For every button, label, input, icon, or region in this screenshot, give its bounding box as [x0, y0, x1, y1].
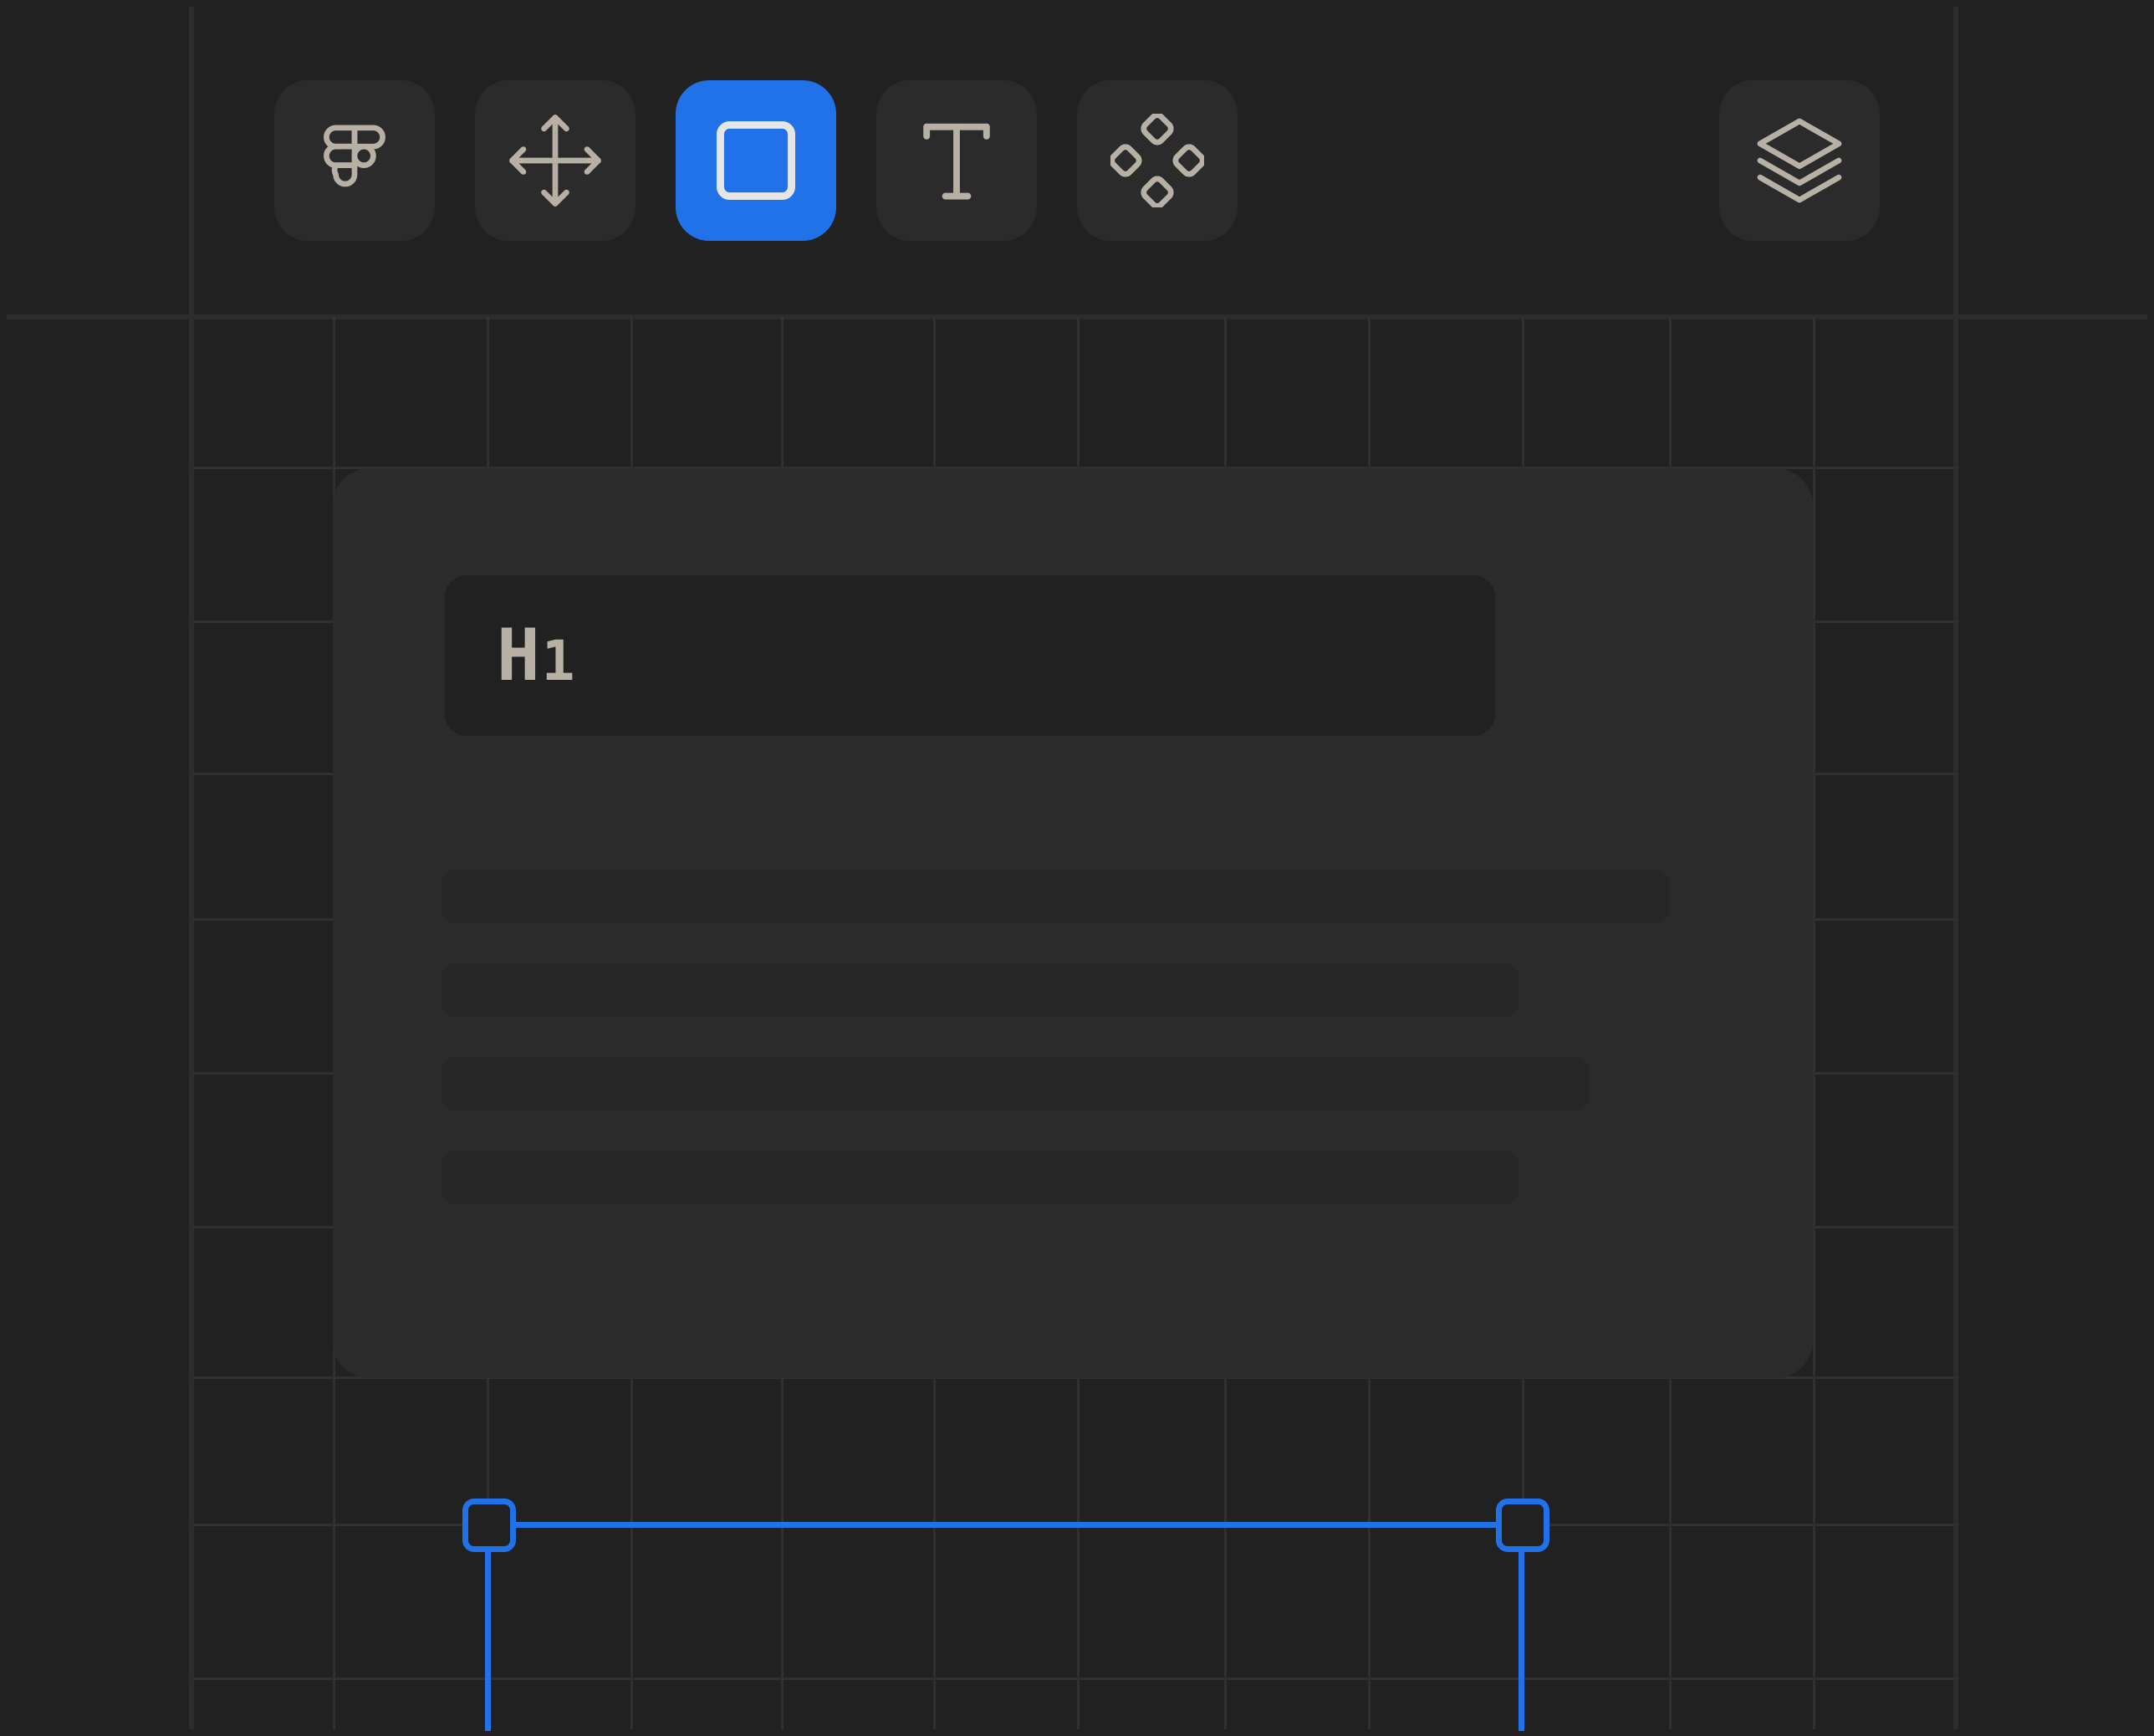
text-tool-button[interactable] [876, 80, 1037, 241]
move-tool-button[interactable] [475, 80, 635, 241]
resize-handle-top-left[interactable] [462, 1499, 516, 1552]
selection-top-edge [488, 1522, 1522, 1528]
rectangle-icon [716, 120, 796, 201]
frame-tool-button[interactable] [676, 80, 836, 241]
figma-logo-button[interactable] [274, 80, 435, 241]
placeholder-line-1 [442, 870, 1669, 923]
components-icon [1110, 114, 1204, 207]
components-tool-button[interactable] [1077, 80, 1238, 241]
placeholder-line-2 [442, 963, 1519, 1017]
placeholder-line-4 [442, 1151, 1519, 1204]
layers-icon [1757, 118, 1842, 203]
heading-label: H1 [497, 614, 577, 697]
text-icon [923, 123, 990, 200]
layers-button[interactable] [1719, 80, 1880, 241]
placeholder-line-3 [442, 1057, 1589, 1111]
move-icon [509, 115, 601, 207]
heading-block[interactable]: H1 [445, 575, 1495, 736]
figma-icon [324, 125, 385, 187]
selection-right-edge [1519, 1547, 1524, 1731]
resize-handle-top-right[interactable] [1496, 1499, 1549, 1552]
selection-left-edge [485, 1547, 491, 1731]
